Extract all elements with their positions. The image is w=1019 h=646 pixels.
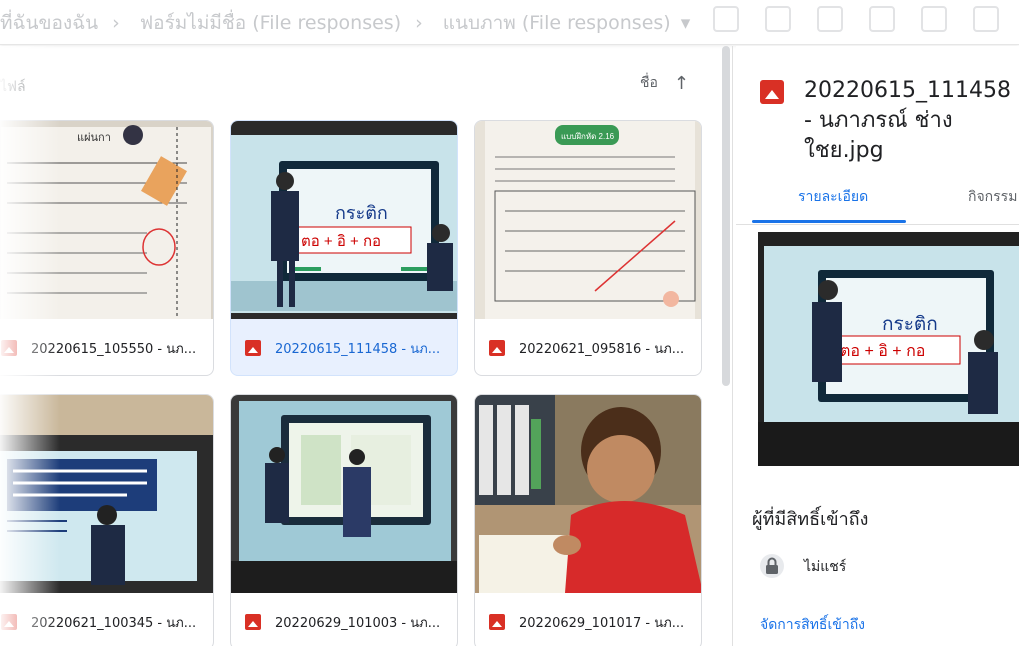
- worksheet-title: แผ่นกา: [77, 132, 111, 144]
- file-name: 20220629_101017 - นภ...: [519, 615, 685, 631]
- file-caption: 20220615_105550 - นภ...: [0, 319, 213, 375]
- manage-access-link[interactable]: จัดการสิทธิ์เข้าถึง: [760, 614, 865, 636]
- file-card[interactable]: แบบฝึกหัด 2.16 20220621_095816 - นภ...: [474, 120, 702, 376]
- sort-label[interactable]: ชื่อ: [640, 72, 658, 94]
- classroom-board-preview: กระติก ตอ + อิ + กอ: [758, 232, 1019, 466]
- board-word: กระติก: [882, 314, 938, 335]
- share-status: ไม่แชร์: [804, 559, 847, 575]
- file-caption: 20220629_101003 - นภ...: [231, 593, 457, 646]
- trash-icon[interactable]: [869, 6, 895, 32]
- file-caption: 20220615_111458 - นภ...: [231, 319, 457, 375]
- file-thumbnail: [231, 395, 457, 593]
- breadcrumb-item-form[interactable]: ฟอร์มไม่มีชื่อ (File responses): [140, 12, 401, 34]
- file-caption: 20220621_095816 - นภ...: [475, 319, 701, 375]
- section-label: ไฟล์: [0, 79, 26, 95]
- details-file-title: 20220615_111458 - นภาภรณ์ ช่างใชย.jpg: [804, 78, 1011, 163]
- preview-eye-icon[interactable]: [817, 6, 843, 32]
- lock-icon: [760, 554, 784, 578]
- file-name: 20220615_105550 - นภ...: [31, 341, 197, 357]
- arrow-up-icon[interactable]: ↑: [674, 73, 689, 94]
- file-thumbnail: กระติก ตอ + อิ + กอ: [231, 121, 457, 319]
- exercise-sheet-photo: แบบฝึกหัด 2.16: [475, 121, 701, 319]
- file-thumbnail: [475, 395, 701, 593]
- chevron-down-icon[interactable]: ▾: [681, 12, 691, 34]
- file-caption: 20220629_101017 - นภ...: [475, 593, 701, 646]
- tab-activity[interactable]: กิจกรรม: [968, 186, 1017, 208]
- file-name: 20220615_111458 - นภ...: [275, 341, 441, 357]
- details-panel: 20220615_111458 - นภาภรณ์ ช่างใชย.jpg รา…: [736, 46, 1019, 646]
- file-caption: 20220621_100345 - นภ...: [0, 593, 213, 646]
- worksheet-photo: แผ่นกา: [0, 121, 213, 319]
- access-section-title: ผู้ที่มีสิทธิ์เข้าถึง: [752, 509, 869, 530]
- image-file-icon: [760, 80, 784, 104]
- classroom-board-photo: กระติก ตอ + อิ + กอ: [231, 121, 457, 319]
- image-file-icon: [1, 340, 17, 356]
- file-card-selected[interactable]: กระติก ตอ + อิ + กอ 20220615_111458 - นภ…: [230, 120, 458, 376]
- file-thumbnail: แผ่นกา: [0, 121, 213, 319]
- breadcrumb-item-my-drive[interactable]: ที่ฉันของฉัน: [0, 12, 98, 34]
- board-formula: ตอ + อิ + กอ: [301, 233, 381, 250]
- file-name: 20220629_101003 - นภ...: [275, 615, 441, 631]
- board-formula: ตอ + อิ + กอ: [840, 343, 925, 360]
- file-thumbnail: [0, 395, 213, 593]
- file-grid-area: ไฟล์ ชื่อ ↑ แผ่นกา 20220615_105550 - นภ.…: [0, 46, 732, 646]
- file-card[interactable]: 20220629_101017 - นภ...: [474, 394, 702, 646]
- child-writing-photo: [475, 395, 701, 593]
- panel-divider: [732, 46, 733, 646]
- file-name: 20220621_100345 - นภ...: [31, 615, 197, 631]
- file-thumbnail: แบบฝึกหัด 2.16: [475, 121, 701, 319]
- top-bar: ที่ฉันของฉัน › ฟอร์มไม่มีชื่อ (File respo…: [0, 0, 1019, 45]
- file-card[interactable]: แผ่นกา 20220615_105550 - นภ...: [0, 120, 214, 376]
- toolbar-icons: [713, 6, 999, 32]
- worksheet-badge: แบบฝึกหัด 2.16: [561, 132, 615, 141]
- more-vert-icon[interactable]: [921, 6, 947, 32]
- link-icon[interactable]: [713, 6, 739, 32]
- image-file-icon: [489, 614, 505, 630]
- sort-control[interactable]: ชื่อ ↑: [640, 72, 689, 94]
- chevron-right-icon: ›: [112, 12, 120, 34]
- board-word: กระติก: [335, 203, 388, 223]
- scrollbar[interactable]: [722, 46, 730, 386]
- breadcrumb: ที่ฉันของฉัน › ฟอร์มไม่มีชื่อ (File respo…: [0, 8, 700, 38]
- active-tab-indicator: [752, 220, 906, 223]
- image-file-icon: [1, 614, 17, 630]
- chevron-right-icon: ›: [415, 12, 423, 34]
- details-tabs: รายละเอียด กิจกรรม: [736, 178, 1019, 225]
- file-card[interactable]: 20220621_100345 - นภ...: [0, 394, 214, 646]
- presentation-screen-photo: [0, 395, 213, 593]
- file-card[interactable]: 20220629_101003 - นภ...: [230, 394, 458, 646]
- breadcrumb-item-current[interactable]: แนบภาพ (File responses): [443, 12, 671, 34]
- laptop-lesson-photo: [231, 395, 457, 593]
- grid-view-icon[interactable]: [973, 6, 999, 32]
- file-name: 20220621_095816 - นภ...: [519, 341, 685, 357]
- image-file-icon: [489, 340, 505, 356]
- share-person-icon[interactable]: [765, 6, 791, 32]
- image-file-icon: [245, 614, 261, 630]
- image-file-icon: [245, 340, 261, 356]
- tab-details[interactable]: รายละเอียด: [798, 186, 868, 208]
- details-preview-image: กระติก ตอ + อิ + กอ: [758, 232, 1019, 466]
